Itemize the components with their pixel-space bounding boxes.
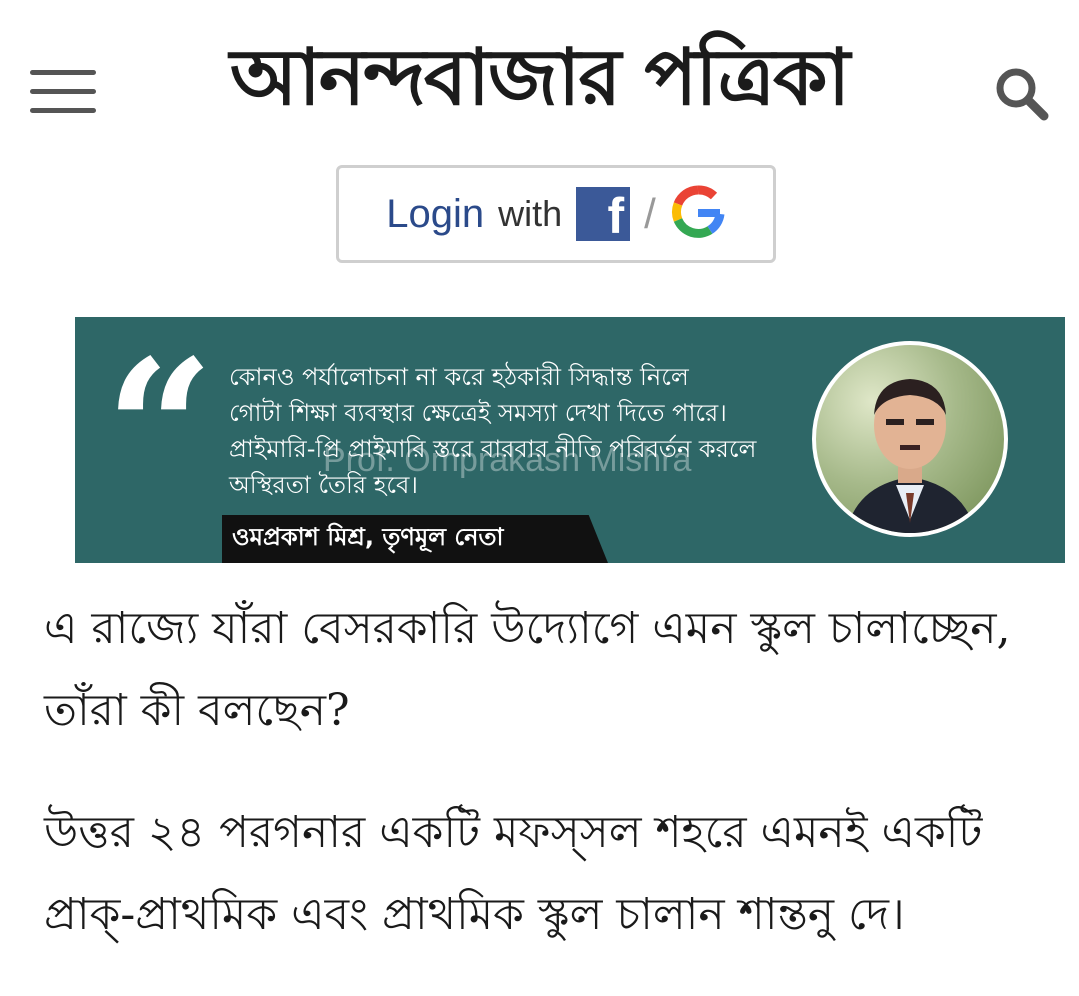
search-icon[interactable] [992, 64, 1050, 122]
quote-text: কোনও পর্যালোচনা না করে হঠকারী সিদ্ধান্ত … [229, 359, 829, 503]
watermark: Prof. Omprakash Mishra [323, 441, 692, 479]
login-container: Login with f / [336, 165, 776, 263]
quote-attribution: ওমপ্রকাশ মিশ্র, তৃণমূল নেতা [222, 515, 608, 563]
quote-mark-icon: “ [105, 318, 215, 541]
quote-line: গোটা শিক্ষা ব্যবস্থার ক্ষেত্রেই সমস্যা দ… [229, 399, 727, 427]
site-header: আনন্দবাজার পত্রিকা [0, 0, 1079, 160]
masthead-logo[interactable]: আনন্দবাজার পত্রিকা [230, 32, 850, 132]
social-login-button[interactable]: Login with f / [336, 165, 776, 263]
article-paragraph: এ রাজ্যে যাঁরা বেসরকারি উদ্যোগে এমন স্কু… [44, 603, 1011, 736]
login-separator: / [644, 190, 656, 237]
facebook-icon: f [576, 187, 631, 244]
with-label: with [498, 193, 563, 234]
article-paragraph: উত্তর ২৪ পরগনার একটি মফস্‌সল শহরে এমনই এ… [44, 807, 983, 940]
google-icon [670, 184, 726, 245]
speaker-portrait [812, 341, 1008, 537]
hamburger-menu-icon[interactable] [30, 70, 96, 114]
quote-line: কোনও পর্যালোচনা না করে হঠকারী সিদ্ধান্ত … [229, 363, 689, 391]
login-label: Login [386, 191, 485, 236]
quote-banner: “ কোনও পর্যালোচনা না করে হঠকারী সিদ্ধান্… [75, 317, 1065, 563]
facebook-letter: f [607, 188, 625, 244]
